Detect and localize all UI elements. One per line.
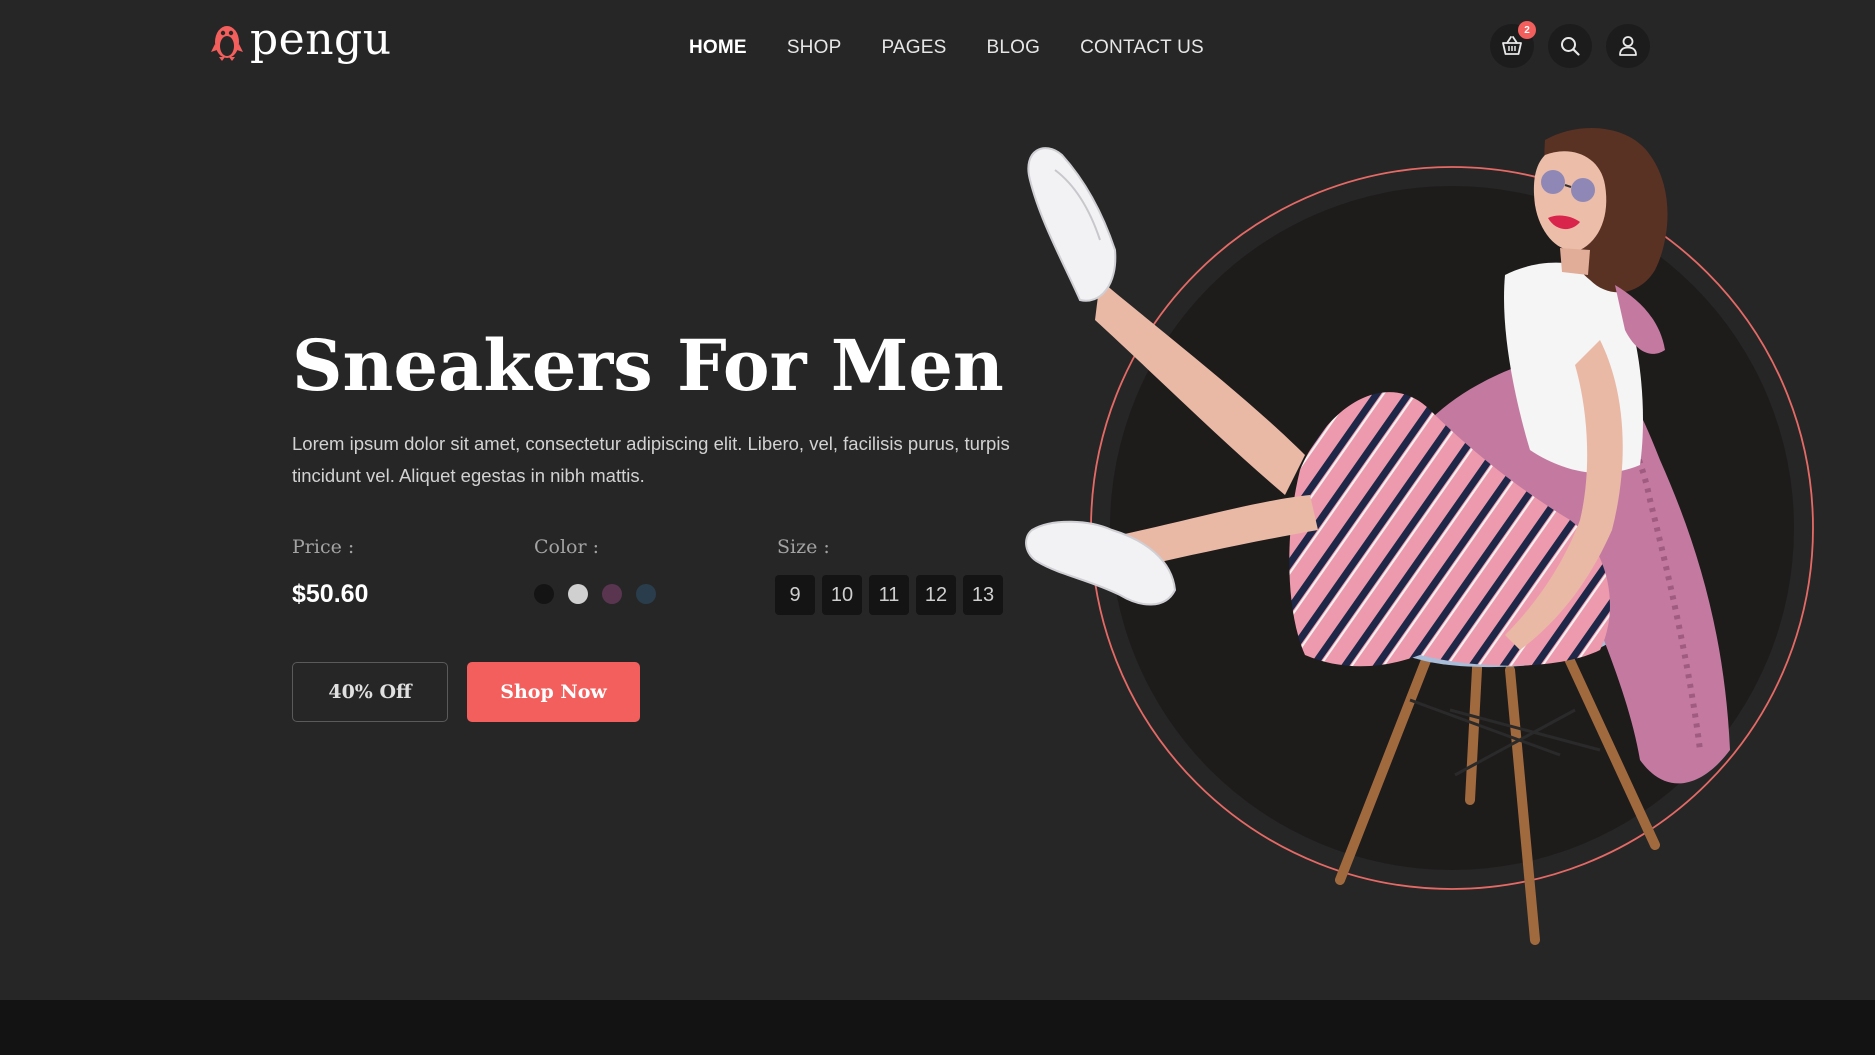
size-option-10[interactable]: 10 [822, 575, 862, 615]
price-label: Price : [292, 536, 355, 558]
nav-shop[interactable]: SHOP [787, 36, 842, 60]
color-swatches [534, 584, 656, 604]
hero-title: Sneakers For Men [292, 324, 1004, 407]
cart-count-badge: 2 [1518, 21, 1536, 39]
logo[interactable]: pengu [210, 18, 392, 62]
main-nav: HOME SHOP PAGES BLOG CONTACT US [689, 36, 1204, 60]
discount-button[interactable]: 40% Off [292, 662, 448, 722]
penguin-logo-icon [211, 26, 243, 61]
footer-band [0, 1000, 1875, 1055]
header-actions: 2 [1490, 21, 1650, 68]
size-option-11[interactable]: 11 [869, 575, 909, 615]
cart-button[interactable]: 2 [1490, 21, 1536, 68]
nav-contact-us[interactable]: CONTACT US [1080, 36, 1204, 60]
nav-pages[interactable]: PAGES [881, 36, 946, 60]
user-icon [1619, 36, 1637, 56]
color-label: Color : [534, 536, 600, 558]
site-header: pengu HOME SHOP PAGES BLOG CONTACT US 2 [0, 0, 1875, 100]
size-option-13[interactable]: 13 [963, 575, 1003, 615]
size-label: Size : [777, 536, 830, 558]
color-swatch-plum[interactable] [602, 584, 622, 604]
brand-name: pengu [250, 14, 392, 65]
size-option-9[interactable]: 9 [775, 575, 815, 615]
account-button[interactable] [1606, 24, 1650, 68]
hero-model-image [1025, 128, 1814, 945]
color-swatch-black[interactable] [534, 584, 554, 604]
shop-now-button[interactable]: Shop Now [467, 662, 640, 722]
size-options: 9 10 11 12 13 [775, 575, 1003, 615]
color-swatch-navy[interactable] [636, 584, 656, 604]
search-button[interactable] [1548, 24, 1592, 68]
price-value: $50.60 [292, 580, 369, 608]
color-swatch-light-gray[interactable] [568, 584, 588, 604]
search-icon [1561, 37, 1580, 56]
nav-blog[interactable]: BLOG [987, 36, 1041, 60]
page: pengu HOME SHOP PAGES BLOG CONTACT US 2 [0, 0, 1875, 1055]
nav-home[interactable]: HOME [689, 36, 747, 60]
hero-description: Lorem ipsum dolor sit amet, consectetur … [292, 433, 1010, 486]
basket-icon [1502, 36, 1522, 55]
size-option-12[interactable]: 12 [916, 575, 956, 615]
